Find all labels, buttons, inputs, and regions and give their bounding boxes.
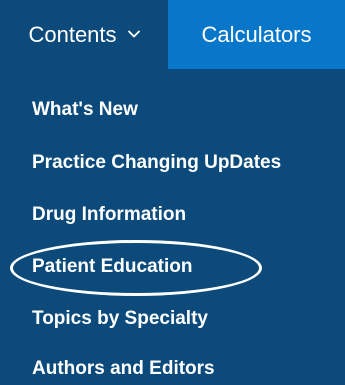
menu-item-patient-education[interactable]: Patient Education	[32, 257, 192, 276]
contents-menu: What's New Practice Changing UpDates Dru…	[0, 69, 345, 385]
tab-calculators[interactable]: Calculators	[168, 0, 345, 69]
tab-contents[interactable]: Contents	[0, 0, 168, 69]
top-tabs: Contents Calculators	[0, 0, 345, 69]
menu-item-drug-information[interactable]: Drug Information	[32, 205, 186, 224]
navigation-panel: Contents Calculators What's New Practice…	[0, 0, 345, 385]
uptodate-menu-screenshot: Contents Calculators What's New Practice…	[0, 0, 345, 385]
tab-calculators-label: Calculators	[201, 21, 312, 47]
menu-item-practice-changing-updates[interactable]: Practice Changing UpDates	[32, 153, 281, 172]
menu-item-authors-and-editors[interactable]: Authors and Editors	[32, 359, 215, 378]
menu-item-whats-new[interactable]: What's New	[32, 100, 138, 119]
menu-item-topics-by-specialty[interactable]: Topics by Specialty	[32, 309, 208, 328]
chevron-down-icon	[127, 30, 140, 37]
tab-contents-label: Contents	[28, 21, 117, 47]
